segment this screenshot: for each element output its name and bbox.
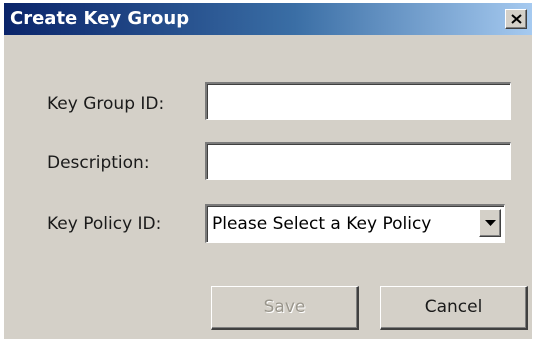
dialog-title: Create Key Group xyxy=(10,8,190,29)
cancel-button[interactable]: Cancel xyxy=(380,286,528,330)
key-policy-select[interactable]: Please Select a Key Policy xyxy=(205,204,505,243)
close-icon xyxy=(511,14,522,24)
description-field[interactable] xyxy=(205,142,511,180)
title-bar[interactable]: Create Key Group xyxy=(4,3,532,35)
save-button[interactable]: Save xyxy=(211,286,359,330)
create-key-group-dialog: Create Key Group Key Group ID: Descripti… xyxy=(4,3,532,339)
key-group-id-label: Key Group ID: xyxy=(47,94,165,114)
key-policy-id-label: Key Policy ID: xyxy=(47,214,162,234)
chevron-down-icon xyxy=(485,220,496,226)
dropdown-arrow-button[interactable] xyxy=(479,209,501,237)
key-group-id-field[interactable] xyxy=(205,82,511,120)
description-label: Description: xyxy=(47,153,150,173)
key-policy-selected-value: Please Select a Key Policy xyxy=(212,214,432,234)
close-button[interactable] xyxy=(505,9,527,29)
